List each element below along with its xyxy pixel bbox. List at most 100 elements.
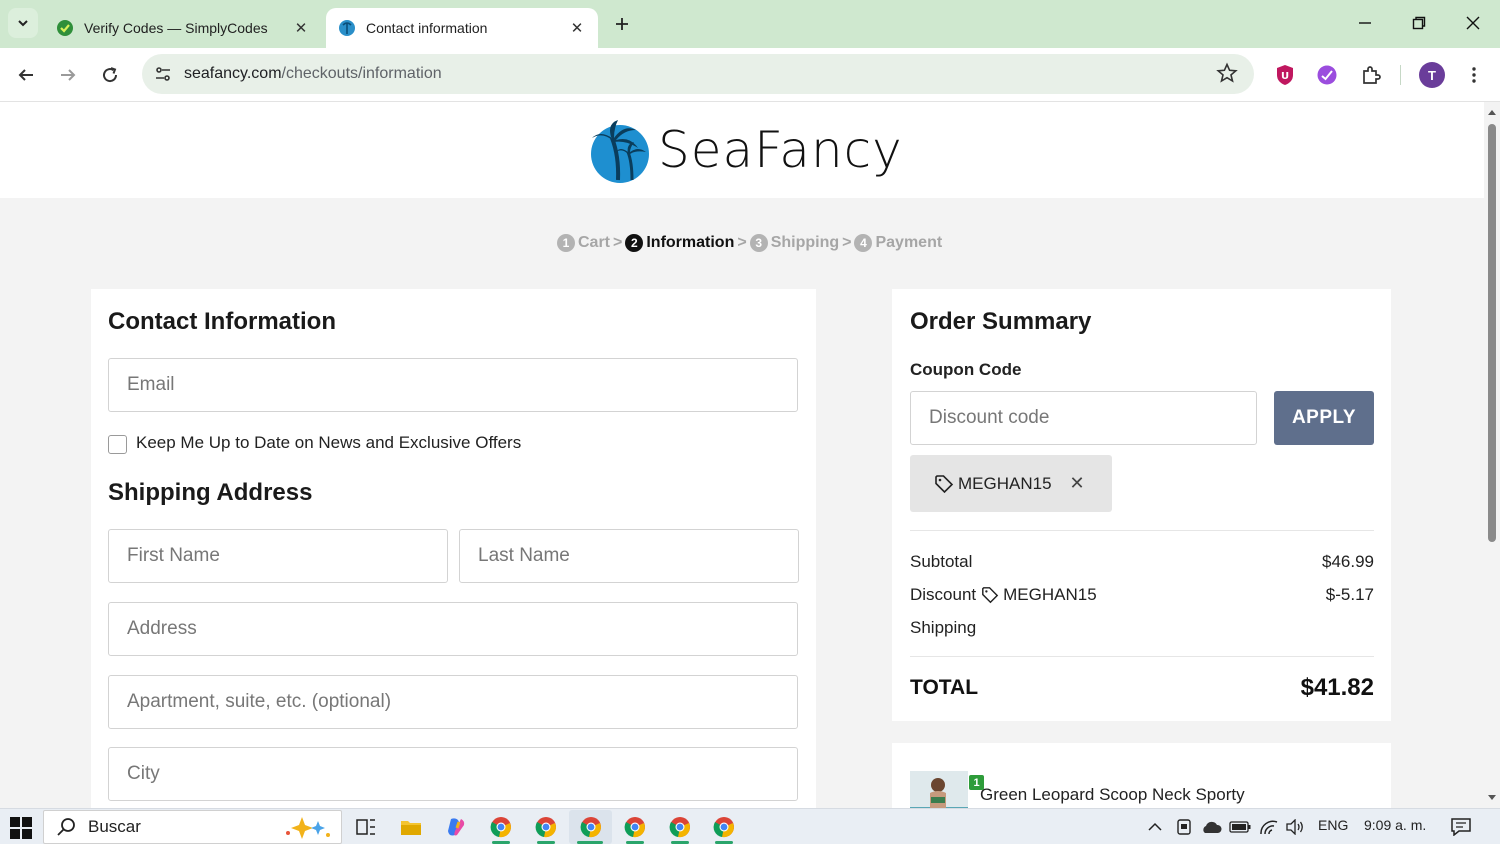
browser-toolbar: seafancy.com/checkouts/information U T xyxy=(0,48,1500,102)
city-placeholder: City xyxy=(127,763,160,784)
search-icon xyxy=(57,818,75,836)
start-button[interactable] xyxy=(10,817,32,844)
notifications-icon[interactable] xyxy=(1449,815,1473,839)
browser-tab-bar: Verify Codes — SimplyCodes ✕ Contact inf… xyxy=(0,0,1500,48)
show-hidden-icons-chevron-icon[interactable] xyxy=(1143,815,1167,839)
email-placeholder: Email xyxy=(127,374,175,395)
svg-text:U: U xyxy=(1281,71,1289,82)
simplycodes-favicon-icon xyxy=(57,20,73,36)
chrome-taskbar-icon[interactable] xyxy=(489,815,513,839)
first-name-field[interactable]: First Name xyxy=(108,529,448,583)
discount-label-group: Discount MEGHAN15 xyxy=(910,585,1097,605)
forward-button[interactable] xyxy=(53,60,83,90)
scroll-up-arrow-icon[interactable] xyxy=(1487,108,1497,116)
chrome-active-taskbar-icon[interactable] xyxy=(579,815,603,839)
apply-coupon-button[interactable]: APPLY xyxy=(1274,391,1374,445)
tab-verify-codes[interactable]: Verify Codes — SimplyCodes ✕ xyxy=(44,8,322,48)
discount-code: MEGHAN15 xyxy=(1003,585,1097,604)
page-scrollbar[interactable] xyxy=(1484,102,1500,808)
shipping-address-heading: Shipping Address xyxy=(108,479,313,506)
remove-coupon-icon[interactable]: ✕ xyxy=(1070,473,1085,494)
checkout-breadcrumb: 1 Cart > 2 Information > 3 Shipping > 4 … xyxy=(557,234,942,252)
site-logo[interactable]: SeaFancy xyxy=(588,116,903,184)
minimize-icon xyxy=(1359,22,1371,24)
breadcrumb-step-cart[interactable]: 1 Cart xyxy=(557,234,610,252)
step-label: Payment xyxy=(875,234,943,251)
close-window-button[interactable] xyxy=(1450,8,1496,38)
extensions-puzzle-icon[interactable] xyxy=(1356,60,1386,90)
url-text: seafancy.com/checkouts/information xyxy=(184,65,442,83)
email-field[interactable]: Email xyxy=(108,358,798,412)
reload-icon xyxy=(103,67,118,83)
reload-button[interactable] xyxy=(95,60,125,90)
close-tab-icon[interactable]: ✕ xyxy=(292,19,310,37)
arrow-left-icon xyxy=(18,69,33,81)
newsletter-label[interactable]: Keep Me Up to Date on News and Exclusive… xyxy=(136,433,521,453)
plus-icon xyxy=(616,18,628,30)
palm-tree-favicon-icon xyxy=(339,20,355,36)
address-bar[interactable]: seafancy.com/checkouts/information xyxy=(142,54,1254,94)
apartment-field[interactable]: Apartment, suite, etc. (optional) xyxy=(108,675,798,729)
tab-search-button[interactable] xyxy=(8,8,38,38)
address-field[interactable]: Address xyxy=(108,602,798,656)
discount-value: $-5.17 xyxy=(1325,585,1374,604)
language-indicator[interactable]: ENG xyxy=(1318,817,1348,833)
step-number: 3 xyxy=(749,234,768,252)
contact-shipping-card: Contact Information Email Keep Me Up to … xyxy=(91,289,816,808)
discount-code-input[interactable]: Discount code xyxy=(910,391,1257,445)
profile-avatar[interactable]: T xyxy=(1417,60,1447,90)
close-tab-icon[interactable]: ✕ xyxy=(568,19,586,37)
minimize-button[interactable] xyxy=(1342,8,1388,38)
product-thumbnail xyxy=(910,771,968,808)
taskbar-search-box[interactable]: Buscar xyxy=(43,810,342,844)
file-explorer-icon[interactable] xyxy=(399,815,423,839)
volume-icon[interactable] xyxy=(1283,815,1307,839)
tab-contact-information[interactable]: Contact information ✕ xyxy=(326,8,598,48)
checkout-page: SeaFancy 1 Cart > 2 Information > 3 Ship… xyxy=(0,102,1484,808)
chrome-profile-taskbar-icon[interactable] xyxy=(534,815,558,839)
bookmark-star-icon[interactable] xyxy=(1216,62,1238,89)
summary-divider xyxy=(910,530,1374,531)
total-label: TOTAL xyxy=(910,676,979,699)
address-placeholder: Address xyxy=(127,618,197,639)
scrollbar-thumb[interactable] xyxy=(1488,124,1496,542)
applied-coupon-chip: MEGHAN15 ✕ xyxy=(910,455,1112,512)
last-name-placeholder: Last Name xyxy=(478,545,570,566)
device-icon[interactable] xyxy=(1172,815,1196,839)
task-view-icon[interactable] xyxy=(354,815,378,839)
restore-icon xyxy=(1412,16,1426,30)
first-name-placeholder: First Name xyxy=(127,545,220,566)
back-button[interactable] xyxy=(11,60,41,90)
scroll-down-arrow-icon[interactable] xyxy=(1487,794,1497,802)
product-name[interactable]: Green Leopard Scoop Neck Sporty Bikini T… xyxy=(980,785,1280,808)
coupon-code-label: Coupon Code xyxy=(910,360,1022,379)
onedrive-cloud-icon[interactable] xyxy=(1199,815,1223,839)
site-settings-icon[interactable] xyxy=(145,56,181,92)
browser-menu-button[interactable] xyxy=(1459,60,1489,90)
last-name-field[interactable]: Last Name xyxy=(459,529,799,583)
wifi-icon[interactable] xyxy=(1257,815,1281,839)
total-value: $41.82 xyxy=(1300,674,1374,701)
restore-button[interactable] xyxy=(1396,8,1442,38)
city-field[interactable]: City xyxy=(108,747,798,801)
cart-items-card: 1 Green Leopard Scoop Neck Sporty Bikini… xyxy=(892,743,1391,808)
breadcrumb-step-information: 2 Information xyxy=(625,234,734,252)
chrome-profile-3-taskbar-icon[interactable] xyxy=(668,815,692,839)
windows-taskbar: Buscar ENG 9:09 a. m. xyxy=(0,808,1500,844)
ublock-extension-icon[interactable]: U xyxy=(1270,60,1300,90)
battery-icon[interactable] xyxy=(1228,815,1252,839)
logo-wordmark: SeaFancy xyxy=(658,121,903,179)
newsletter-checkbox[interactable] xyxy=(108,435,127,454)
step-label: Information xyxy=(646,234,735,251)
step-label: Cart xyxy=(578,234,611,251)
tab-title: Contact information xyxy=(366,20,488,36)
chrome-profile-4-taskbar-icon[interactable] xyxy=(712,815,736,839)
simplycodes-extension-icon[interactable] xyxy=(1312,60,1342,90)
new-tab-button[interactable] xyxy=(608,10,636,38)
copilot-icon[interactable] xyxy=(444,815,468,839)
chrome-profile-2-taskbar-icon[interactable] xyxy=(623,815,647,839)
url-host: seafancy.com xyxy=(184,65,282,82)
step-number: 2 xyxy=(625,234,644,252)
clock[interactable]: 9:09 a. m. xyxy=(1364,817,1426,833)
step-number: 1 xyxy=(557,234,575,252)
